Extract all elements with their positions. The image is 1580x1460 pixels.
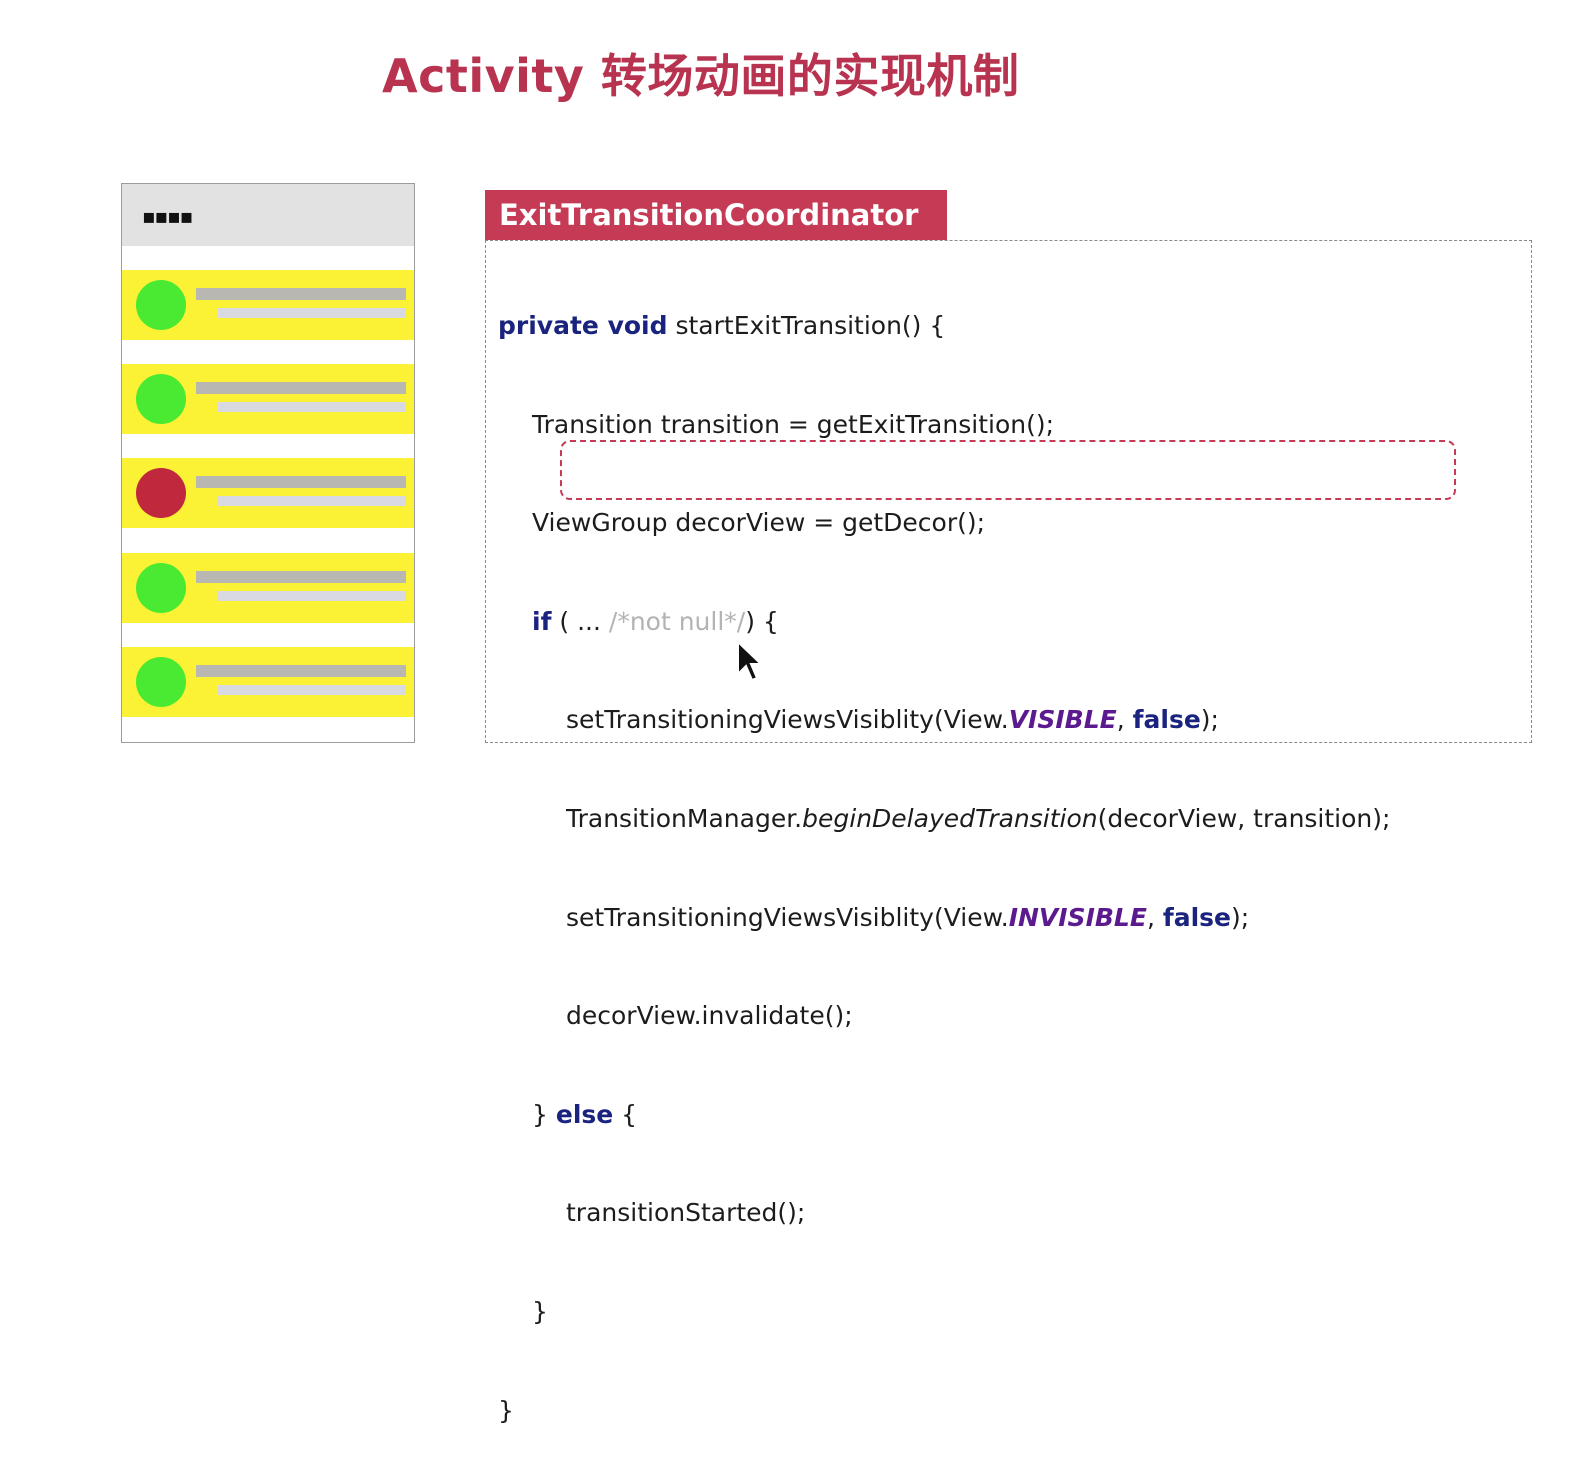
list-item-subtitle-placeholder	[218, 402, 406, 412]
list-item-title-placeholder	[196, 665, 406, 677]
phone-mockup: ▪▪▪▪	[121, 183, 415, 743]
code-constant: INVISIBLE	[1008, 902, 1147, 932]
avatar	[136, 563, 186, 613]
code-line: }	[498, 1391, 1390, 1432]
code-keyword: false	[1162, 902, 1231, 932]
status-dots: ▪▪▪▪	[142, 204, 193, 228]
code-comment: /*not null*/	[608, 606, 746, 636]
code-text: }	[532, 1099, 556, 1129]
list-item[interactable]	[122, 270, 414, 340]
code-constant: VISIBLE	[1008, 705, 1117, 735]
code-text: }	[532, 1296, 548, 1326]
code-keyword: else	[555, 1099, 614, 1129]
code-text: );	[1231, 902, 1250, 932]
code-line: } else {	[498, 1095, 1390, 1136]
code-line: setTransitioningViewsVisiblity(View.INVI…	[498, 898, 1390, 939]
code-line: setTransitioningViewsVisiblity(View.VISI…	[498, 700, 1390, 741]
code-text: Transition transition = getExitTransitio…	[532, 409, 1055, 439]
avatar	[136, 280, 186, 330]
list-item-subtitle-placeholder	[218, 308, 406, 318]
code-keyword: false	[1132, 705, 1201, 735]
code-line-highlighted: TransitionManager.beginDelayedTransition…	[498, 799, 1390, 840]
code-text: setTransitioningViewsVisiblity(View.	[566, 705, 1009, 735]
code-keyword: if	[532, 606, 552, 636]
phone-status-bar: ▪▪▪▪	[122, 184, 414, 246]
highlight-box	[560, 440, 1456, 500]
list-item[interactable]	[122, 364, 414, 434]
avatar	[136, 657, 186, 707]
code-line: decorView.invalidate();	[498, 996, 1390, 1037]
code-text: setTransitioningViewsVisiblity(View.	[566, 902, 1009, 932]
code-line: private void startExitTransition() {	[498, 306, 1390, 347]
avatar	[136, 374, 186, 424]
list-item-title-placeholder	[196, 382, 406, 394]
code-method: beginDelayedTransition	[802, 803, 1098, 833]
code-text: {	[613, 1099, 638, 1129]
code-text: ,	[1146, 902, 1163, 932]
list-item-title-placeholder	[196, 476, 406, 488]
code-panel-header: ExitTransitionCoordinator	[485, 190, 947, 240]
code-text: ,	[1116, 705, 1133, 735]
list-item-subtitle-placeholder	[218, 685, 406, 695]
code-block: private void startExitTransition() { Tra…	[498, 248, 1390, 1460]
code-line: transitionStarted();	[498, 1193, 1390, 1234]
code-line: ViewGroup decorView = getDecor();	[498, 503, 1390, 544]
list-item-title-placeholder	[196, 288, 406, 300]
list-item-subtitle-placeholder	[218, 591, 406, 601]
code-text: );	[1200, 705, 1219, 735]
code-text: (decorView, transition);	[1097, 803, 1391, 833]
code-text: transitionStarted();	[566, 1198, 806, 1228]
code-text: ) {	[745, 606, 779, 636]
code-text: }	[498, 1395, 514, 1425]
code-text: TransitionManager.	[566, 803, 803, 833]
slide-title: Activity 转场动画的实现机制	[382, 49, 1020, 103]
list-item[interactable]	[122, 647, 414, 717]
code-keyword: private void	[498, 311, 668, 340]
code-text: decorView.invalidate();	[566, 1001, 853, 1031]
list-item-selected[interactable]	[122, 458, 414, 528]
list-item-title-placeholder	[196, 571, 406, 583]
code-text: startExitTransition() {	[667, 311, 946, 340]
list-item-subtitle-placeholder	[218, 496, 406, 506]
list-item[interactable]	[122, 553, 414, 623]
code-line: if ( ... /*not null*/) {	[498, 602, 1390, 643]
code-line: }	[498, 1292, 1390, 1333]
avatar	[136, 468, 186, 518]
mouse-pointer-icon	[737, 640, 762, 682]
code-text: ( ...	[551, 606, 609, 636]
code-text: ViewGroup decorView = getDecor();	[532, 508, 986, 538]
